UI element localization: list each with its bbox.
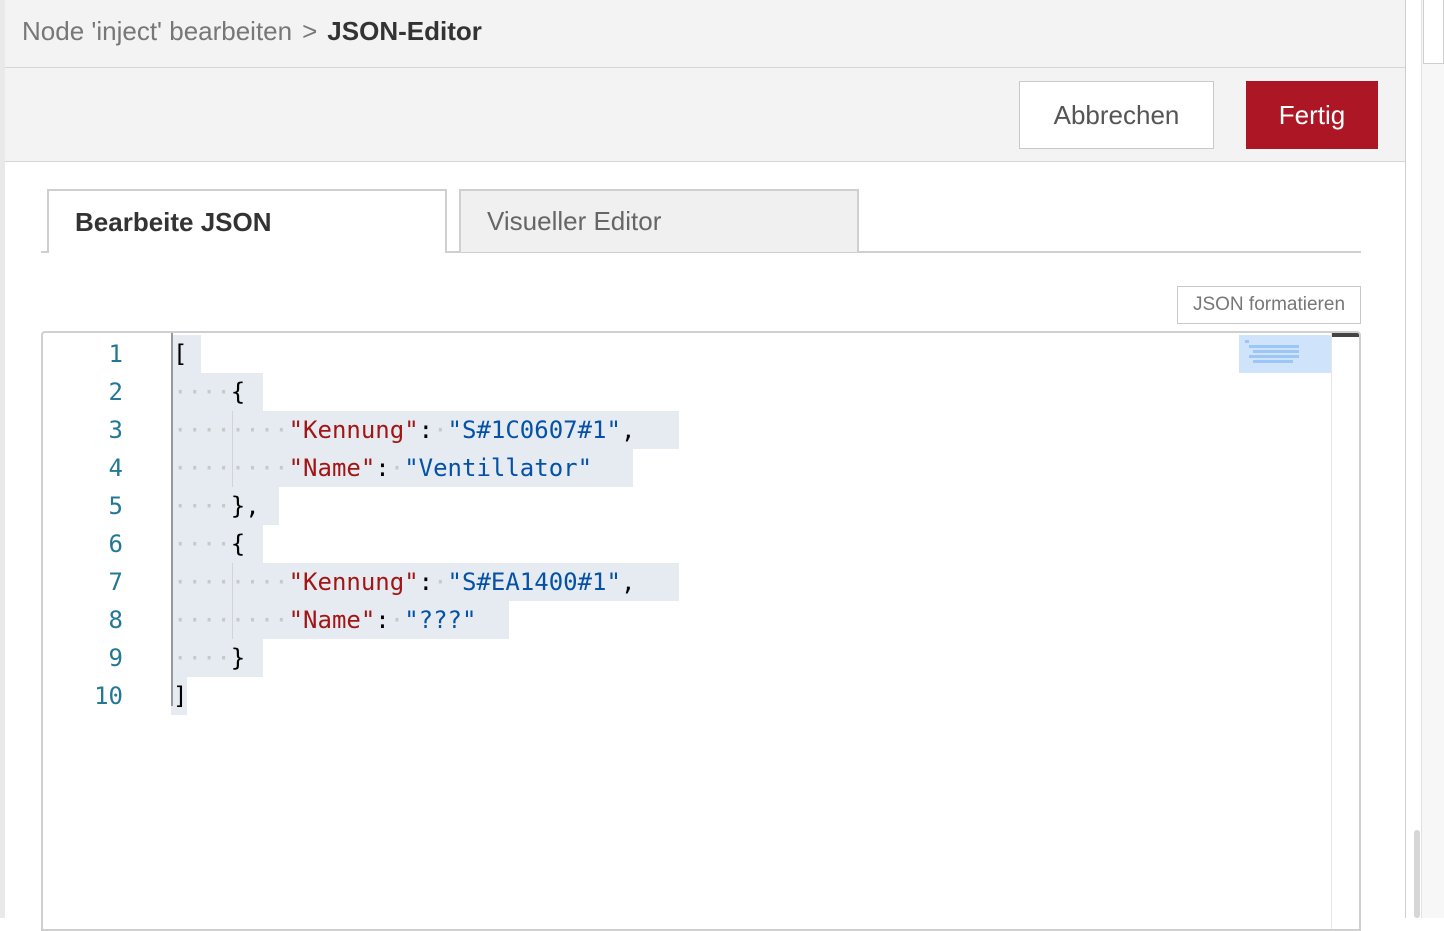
line-number: 4 xyxy=(108,454,123,482)
json-string-value: "Ventillator" xyxy=(404,454,593,482)
done-button[interactable]: Fertig xyxy=(1246,81,1378,149)
line-number: 7 xyxy=(108,568,123,596)
tray-header: Node 'inject' bearbeiten > JSON-Editor xyxy=(5,0,1405,68)
cancel-button[interactable]: Abbrechen xyxy=(1019,81,1214,149)
line-number: 10 xyxy=(94,682,123,710)
line-number: 1 xyxy=(108,340,123,368)
breadcrumb-parent[interactable]: Node 'inject' bearbeiten xyxy=(22,16,292,46)
line-number: 9 xyxy=(108,644,123,672)
json-string-value: "???" xyxy=(404,606,477,634)
editor-scrollbar-shadow xyxy=(1332,333,1359,337)
breadcrumb: Node 'inject' bearbeiten > JSON-Editor xyxy=(22,16,482,46)
line-number: 6 xyxy=(108,530,123,558)
json-code-editor[interactable]: 1 2 3 4 5 6 7 8 9 10 [ ····{ ········"Ke… xyxy=(41,331,1361,931)
code-line: [ xyxy=(173,340,188,368)
line-number: 3 xyxy=(108,416,123,444)
code-line: ····}, xyxy=(173,492,260,520)
page-scrollbar[interactable] xyxy=(1406,0,1444,918)
page-scrollbar-top-box xyxy=(1423,0,1444,64)
editor-scrollbar[interactable] xyxy=(1331,333,1359,929)
minimap-line xyxy=(1249,345,1299,348)
json-key: "Kennung" xyxy=(288,568,419,596)
breadcrumb-current: JSON-Editor xyxy=(327,16,482,46)
code-line: ········"Name":·"???" xyxy=(173,606,477,634)
format-json-button[interactable]: JSON formatieren xyxy=(1177,286,1361,324)
tab-edit-json[interactable]: Bearbeite JSON xyxy=(47,189,447,253)
line-number: 5 xyxy=(108,492,123,520)
code-line: ····{ xyxy=(173,530,246,558)
code-line: ········"Kennung":·"S#EA1400#1", xyxy=(173,568,636,596)
code-line: ········"Name":·"Ventillator" xyxy=(173,454,593,482)
breadcrumb-separator: > xyxy=(302,16,318,46)
json-string-value: "S#1C0607#1" xyxy=(447,416,621,444)
tray-toolbar: Abbrechen Fertig xyxy=(5,68,1405,162)
page-scrollbar-thumb[interactable] xyxy=(1414,830,1420,918)
page-scrollbar-track[interactable] xyxy=(1421,0,1444,918)
editor-minimap[interactable] xyxy=(1239,335,1331,373)
line-number: 2 xyxy=(108,378,123,406)
json-string-value: "S#EA1400#1" xyxy=(447,568,621,596)
minimap-line xyxy=(1253,360,1293,363)
minimap-line xyxy=(1249,355,1299,358)
minimap-line xyxy=(1245,340,1249,343)
tab-visual-editor[interactable]: Visueller Editor xyxy=(459,189,859,252)
minimap-line xyxy=(1253,350,1299,353)
editor-tabs: Bearbeite JSON Visueller Editor xyxy=(41,189,1361,253)
json-key: "Name" xyxy=(288,606,376,634)
code-area[interactable]: [ ····{ ········"Kennung":·"S#1C0607#1",… xyxy=(171,333,1331,929)
code-line: ········"Kennung":·"S#1C0607#1", xyxy=(173,416,636,444)
code-line: ] xyxy=(173,682,188,710)
line-number-gutter: 1 2 3 4 5 6 7 8 9 10 xyxy=(43,333,133,929)
json-key: "Kennung" xyxy=(288,416,419,444)
json-key: "Name" xyxy=(288,454,376,482)
code-line: ····{ xyxy=(173,378,246,406)
line-number: 8 xyxy=(108,606,123,634)
code-line: ····} xyxy=(173,644,246,672)
